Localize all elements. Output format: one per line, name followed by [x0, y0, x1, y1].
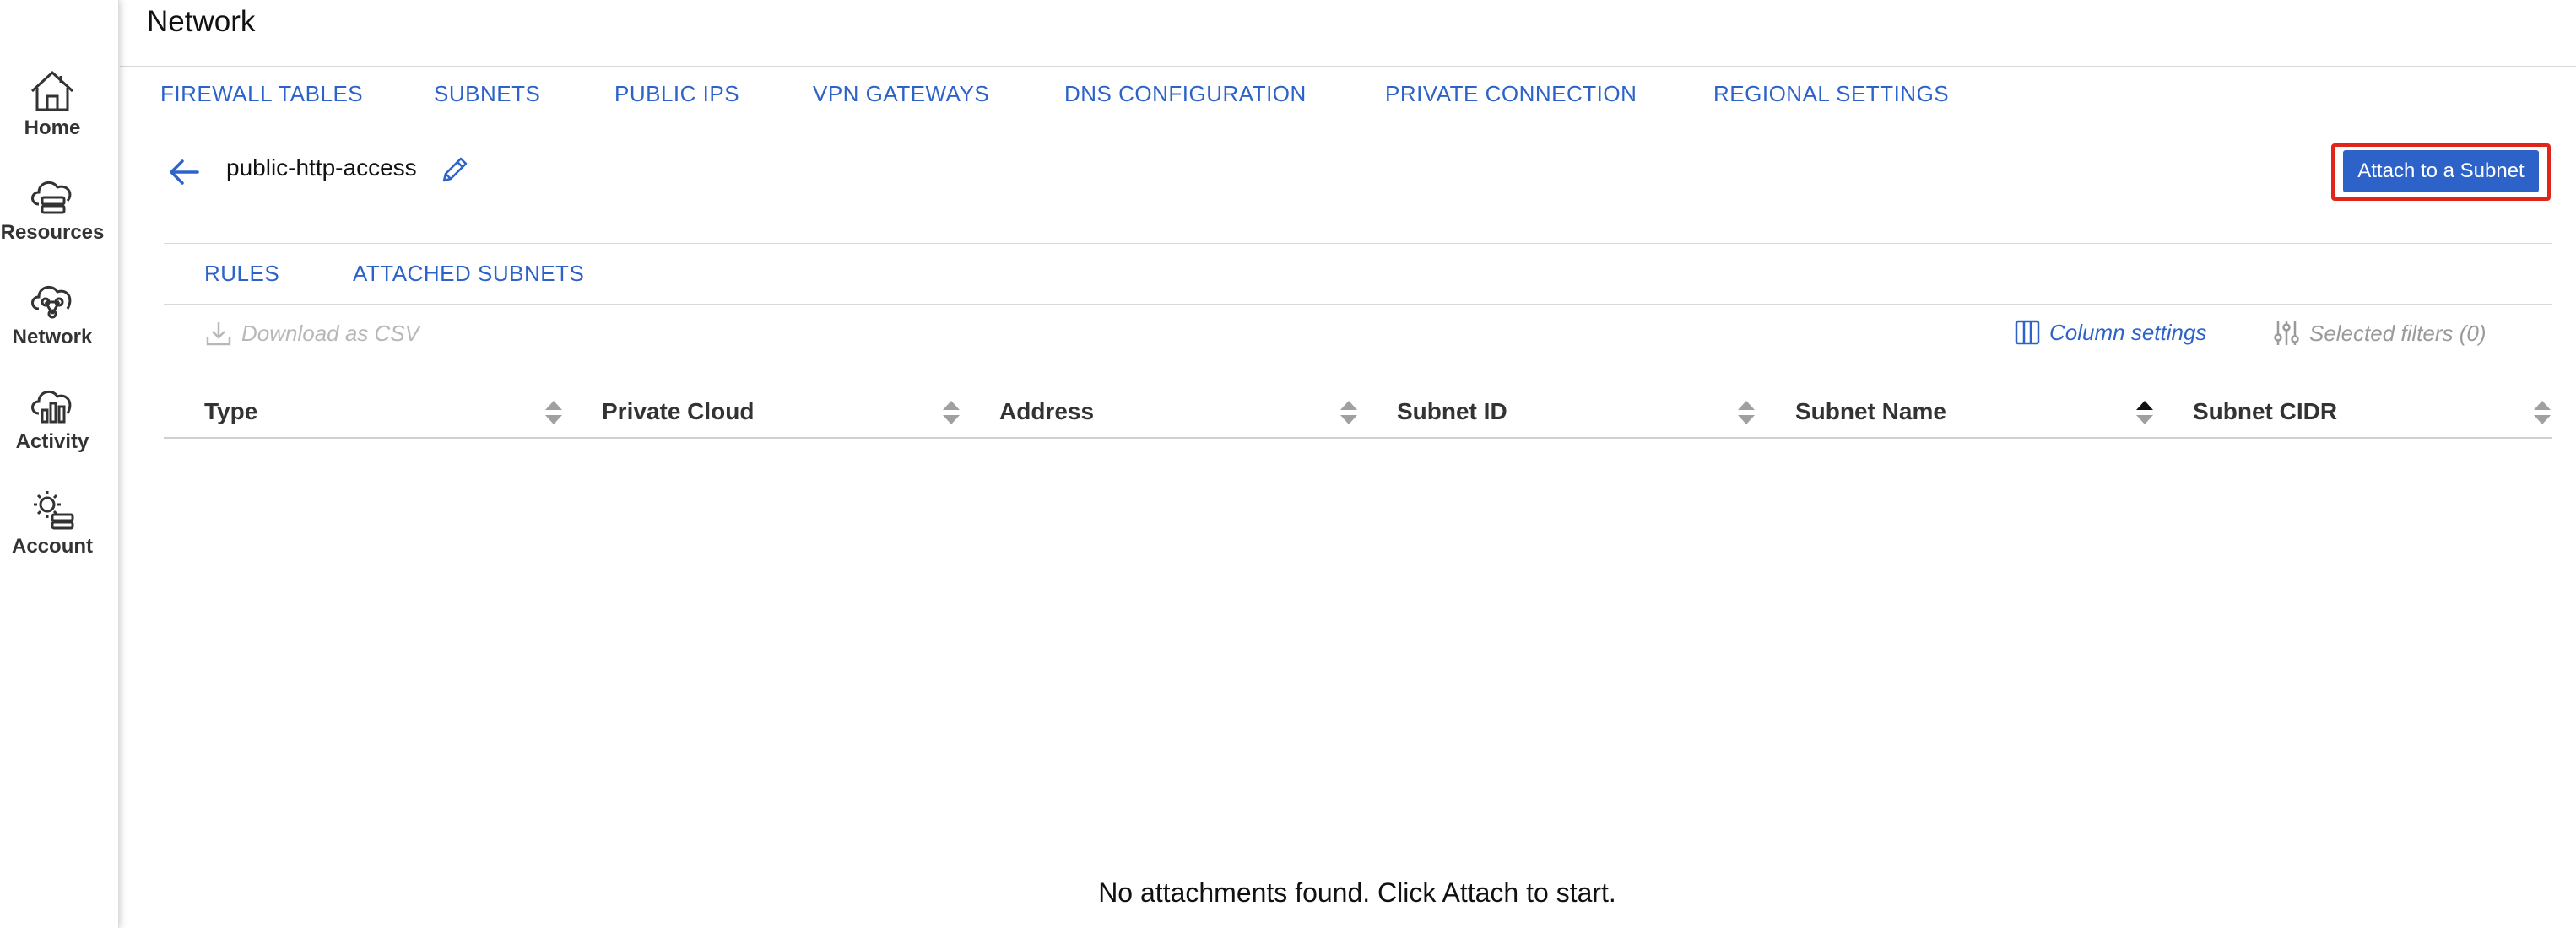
sidebar-item-label: Network — [12, 326, 93, 348]
sidebar-item-label: Account — [12, 535, 93, 558]
sidebar-item-network[interactable]: Network — [0, 277, 105, 349]
column-header-subnet-name[interactable]: Subnet Name — [1795, 398, 1946, 425]
download-csv-label: Download as CSV — [241, 320, 419, 346]
pencil-icon[interactable] — [439, 155, 469, 190]
download-csv-button[interactable]: Download as CSV — [204, 319, 419, 348]
cloud-chart-icon — [31, 390, 72, 424]
column-header-type[interactable]: Type — [204, 398, 257, 425]
firewall-table-name: public-http-access — [226, 154, 417, 181]
sidebar-item-label: Home — [24, 116, 81, 139]
tab-vpn-gateways[interactable]: VPN GATEWAYS — [813, 81, 989, 107]
sidebar-item-label: Activity — [15, 430, 89, 453]
tab-attached-subnets[interactable]: ATTACHED SUBNETS — [353, 261, 584, 287]
cloud-network-icon — [31, 285, 72, 319]
sidebar-item-home[interactable]: Home — [0, 67, 105, 140]
sort-icon[interactable] — [2532, 398, 2552, 431]
cloud-server-icon — [31, 181, 72, 214]
sort-ascending-icon[interactable] — [2135, 398, 2155, 431]
tab-public-ips[interactable]: PUBLIC IPS — [614, 81, 739, 107]
sidebar-item-activity[interactable]: Activity — [0, 381, 105, 454]
divider — [164, 243, 2552, 244]
column-header-subnet-cidr[interactable]: Subnet CIDR — [2193, 398, 2337, 425]
column-header-private-cloud[interactable]: Private Cloud — [602, 398, 754, 425]
column-header-subnet-id[interactable]: Subnet ID — [1397, 398, 1507, 425]
tab-private-connection[interactable]: PRIVATE CONNECTION — [1385, 81, 1637, 107]
filter-sliders-icon — [2274, 321, 2299, 345]
gear-server-icon — [34, 491, 74, 530]
column-settings-button[interactable]: Column settings — [2014, 319, 2206, 346]
page-title: Network — [147, 5, 256, 38]
sidebar-item-resources[interactable]: Resources — [0, 172, 105, 245]
columns-icon — [2015, 320, 2040, 345]
sort-icon[interactable] — [544, 398, 564, 431]
sidebar: Home Resources Network Activity Account — [0, 0, 119, 928]
divider — [164, 304, 2552, 305]
selected-filters-button[interactable]: Selected filters (0) — [2272, 319, 2487, 348]
table-header-divider — [164, 437, 2552, 439]
sidebar-item-account[interactable]: Account — [0, 486, 105, 558]
download-icon — [206, 322, 231, 346]
column-header-address[interactable]: Address — [999, 398, 1094, 425]
tab-regional-settings[interactable]: REGIONAL SETTINGS — [1713, 81, 1949, 107]
sort-icon[interactable] — [1736, 398, 1756, 431]
attach-to-subnet-button[interactable]: Attach to a Subnet — [2343, 150, 2539, 192]
back-arrow-icon[interactable] — [167, 157, 201, 192]
column-settings-label: Column settings — [2049, 319, 2207, 345]
tab-rules[interactable]: RULES — [204, 261, 279, 287]
tab-firewall-tables[interactable]: FIREWALL TABLES — [160, 81, 363, 107]
home-icon — [30, 70, 74, 111]
tab-subnets[interactable]: SUBNETS — [434, 81, 540, 107]
sort-icon[interactable] — [1339, 398, 1359, 431]
empty-state-message: No attachments found. Click Attach to st… — [1098, 877, 1616, 908]
divider — [120, 66, 2576, 67]
tab-dns-configuration[interactable]: DNS CONFIGURATION — [1064, 81, 1307, 107]
selected-filters-label: Selected filters (0) — [2309, 320, 2487, 346]
sidebar-item-label: Resources — [0, 221, 105, 244]
sort-icon[interactable] — [941, 398, 961, 431]
